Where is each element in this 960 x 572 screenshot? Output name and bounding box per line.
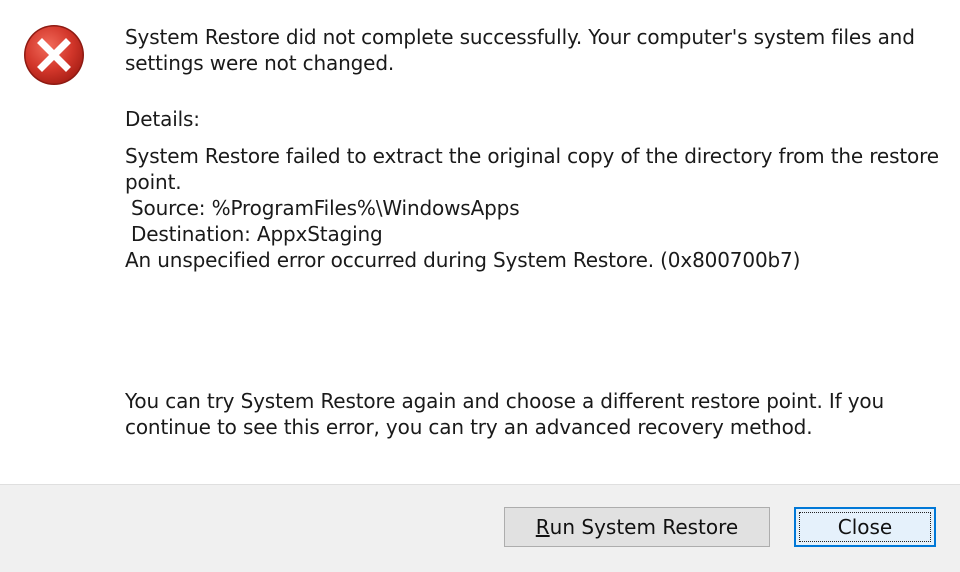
close-button-label: Close <box>837 515 893 539</box>
details-destination: Destination: AppxStaging <box>131 222 383 246</box>
details-source: Source: %ProgramFiles%\WindowsApps <box>131 196 520 220</box>
system-restore-error-dialog: System Restore did not complete successf… <box>0 0 960 572</box>
error-icon <box>24 25 84 85</box>
details-label: Details: <box>125 107 200 131</box>
run-system-restore-button[interactable]: Run System Restore <box>504 507 770 547</box>
details-error-code: An unspecified error occurred during Sys… <box>125 248 801 272</box>
close-button[interactable]: Close <box>794 507 936 547</box>
details-line: point. <box>125 170 182 194</box>
run-button-label: un System Restore <box>549 515 739 539</box>
dialog-footer: Run System Restore Close <box>0 484 960 572</box>
run-accelerator: R <box>535 515 550 539</box>
dialog-content: System Restore did not complete successf… <box>0 0 960 484</box>
details-line: System Restore failed to extract the ori… <box>125 144 939 168</box>
details-body: System Restore failed to extract the ori… <box>125 143 939 273</box>
error-message: System Restore did not complete successf… <box>125 25 915 75</box>
advice-message: You can try System Restore again and cho… <box>125 389 885 439</box>
